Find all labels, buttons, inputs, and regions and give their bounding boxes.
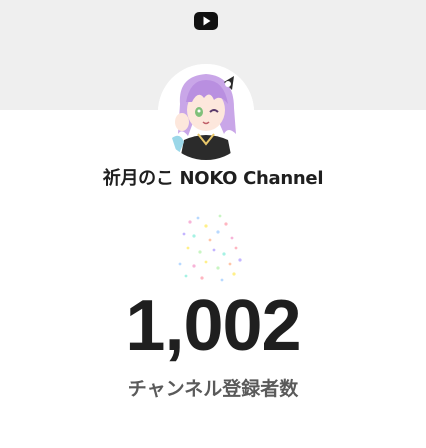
- channel-avatar[interactable]: [158, 64, 254, 160]
- channel-name[interactable]: 祈月のこ NOKO Channel: [0, 164, 426, 190]
- youtube-logo-icon[interactable]: [194, 10, 218, 32]
- confetti-decoration: [160, 208, 260, 288]
- subscriber-count-label: チャンネル登録者数: [127, 378, 299, 400]
- subscriber-count: 1,002: [125, 286, 301, 366]
